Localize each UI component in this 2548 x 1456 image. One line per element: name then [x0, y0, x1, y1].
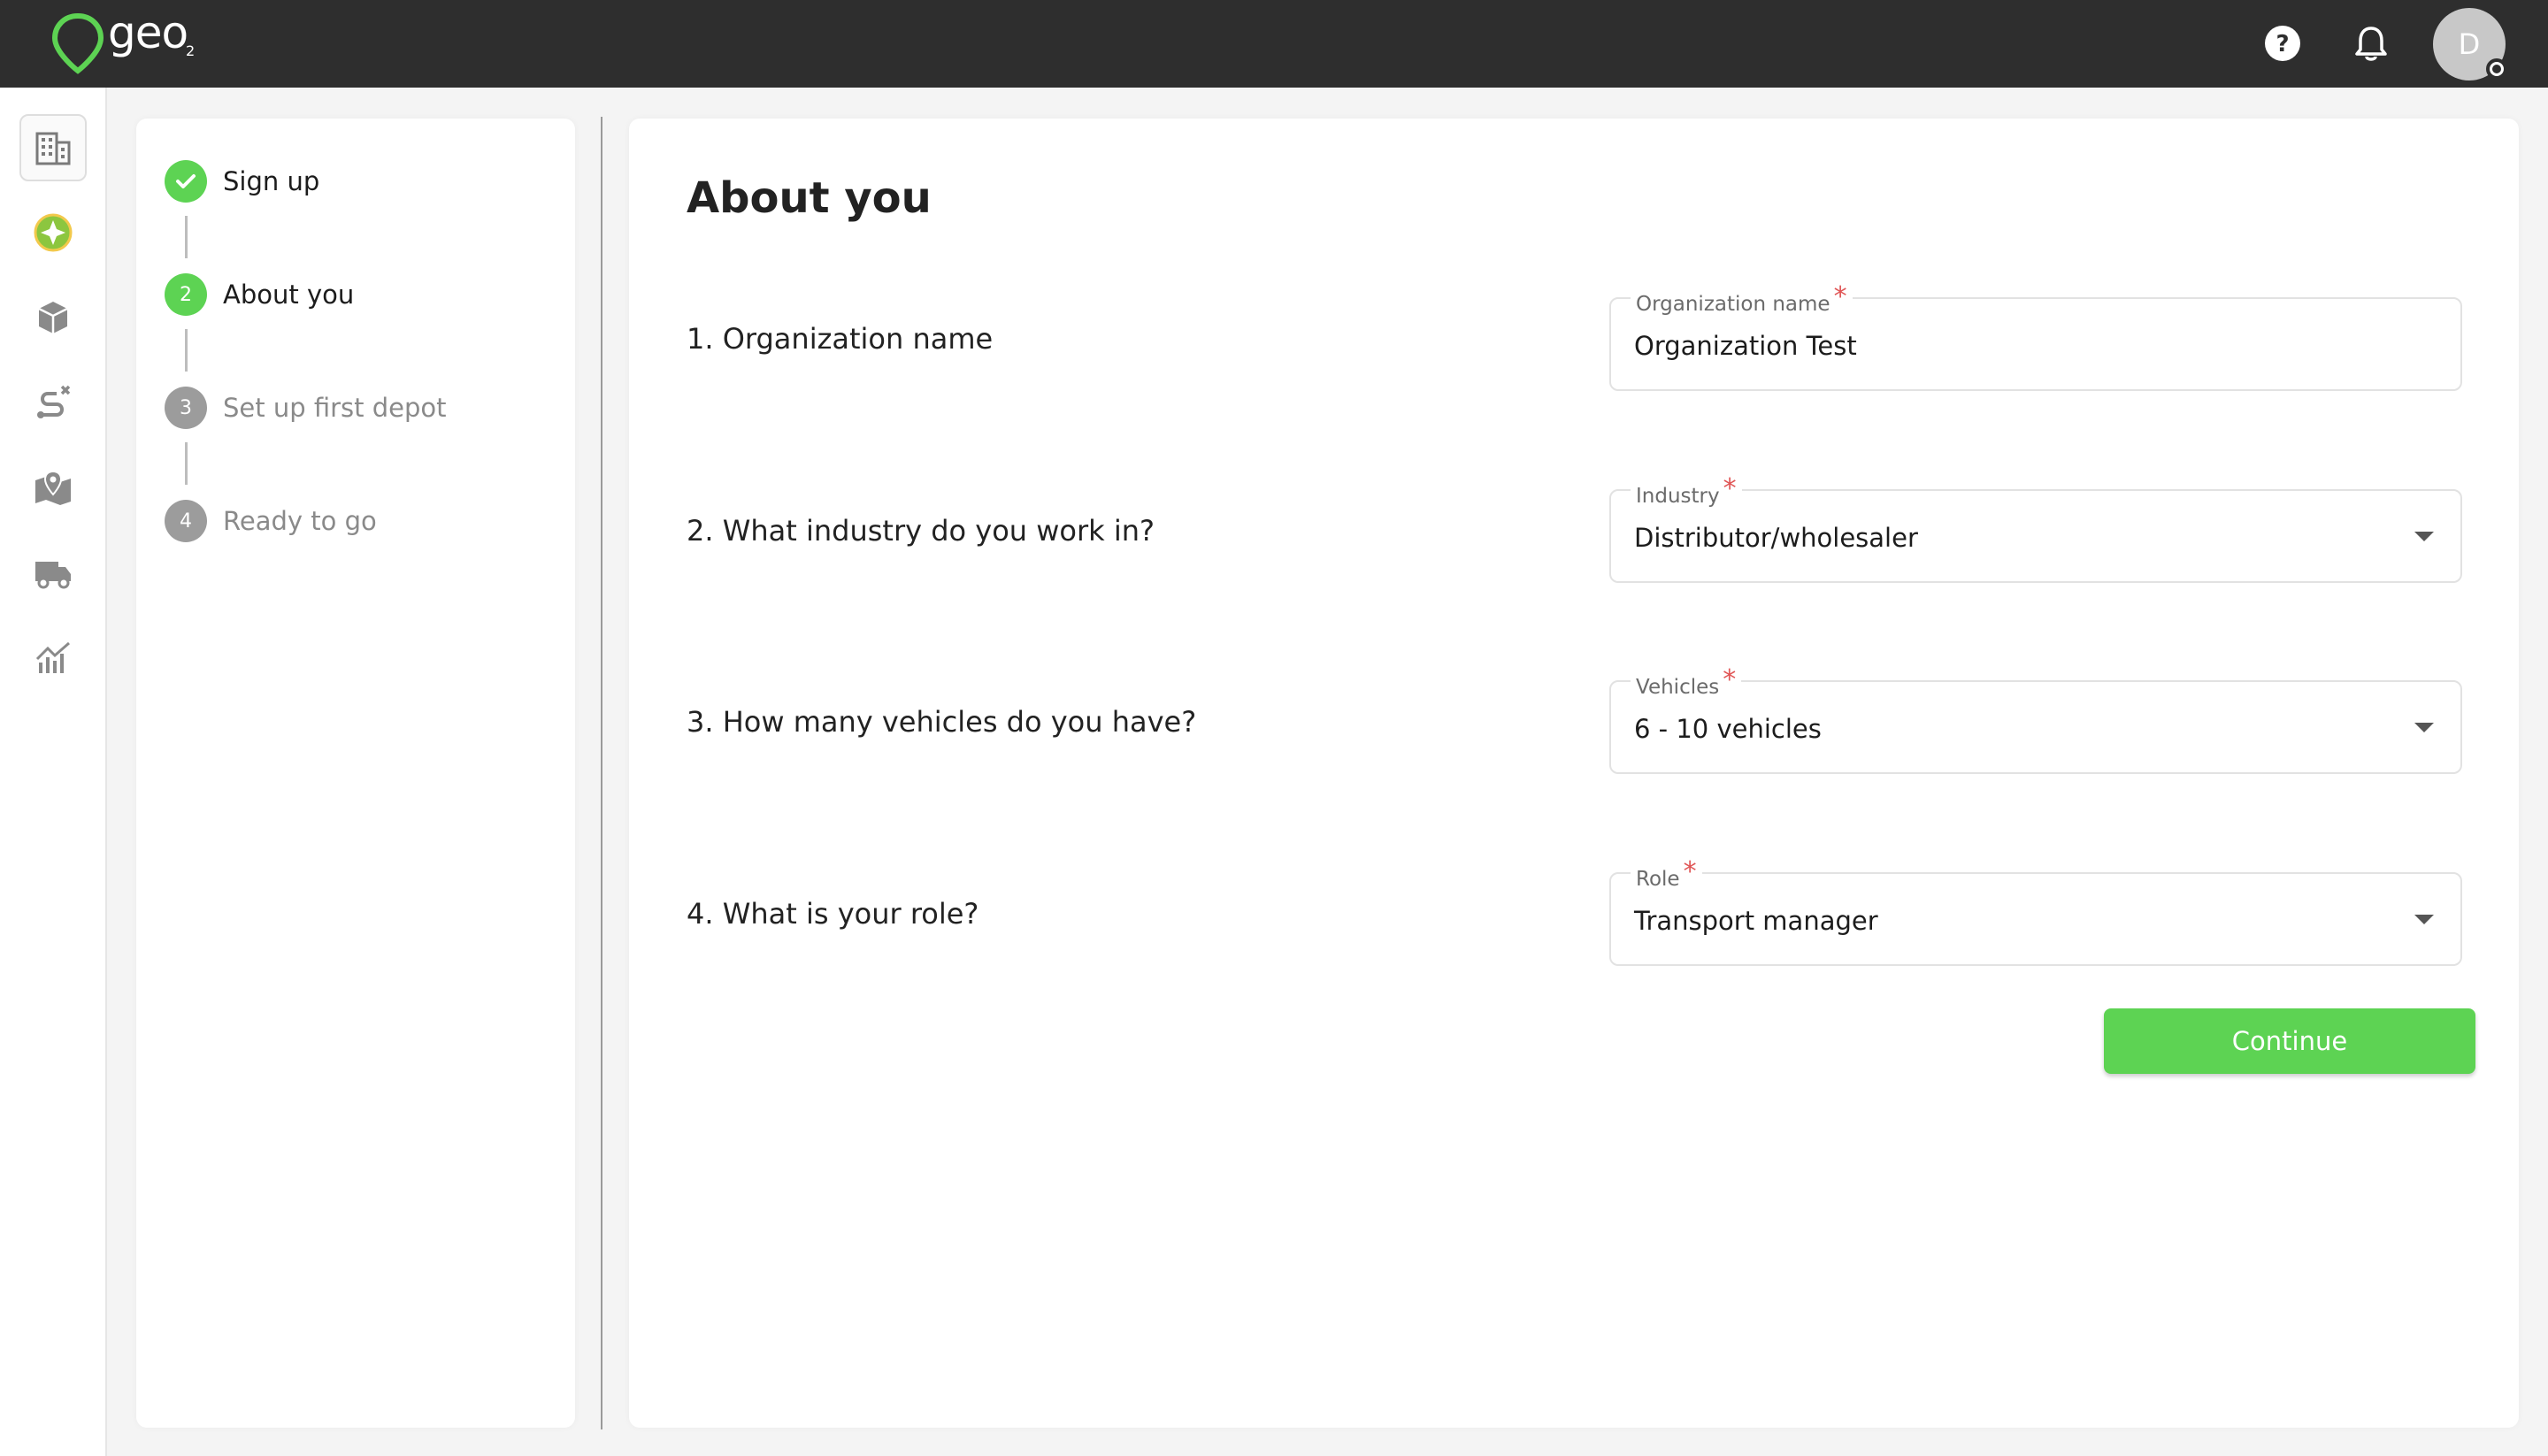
step-number: 3	[165, 387, 207, 429]
organization-name-value: Organization Test	[1634, 331, 1857, 361]
question-role: 4. What is your role?	[687, 897, 979, 931]
location-pin-logo-icon	[51, 12, 104, 74]
step-number: 2	[165, 273, 207, 316]
step-connector	[185, 216, 188, 258]
continue-button[interactable]: Continue	[2104, 1008, 2475, 1074]
required-asterisk: *	[1683, 856, 1697, 887]
step-ready-to-go[interactable]: 4 Ready to go	[165, 500, 377, 542]
left-navigation	[0, 88, 107, 1456]
route-icon	[37, 385, 71, 418]
truck-icon	[35, 562, 71, 589]
step-number: 4	[165, 500, 207, 542]
logo-subscript: 2	[186, 42, 196, 59]
chevron-down-icon	[2414, 915, 2434, 924]
chevron-down-icon	[2414, 723, 2434, 732]
vehicles-select[interactable]: Vehicles * 6 - 10 vehicles	[1609, 664, 2462, 774]
role-value: Transport manager	[1634, 906, 1878, 936]
field-label: Vehicles *	[1631, 664, 1742, 701]
nav-explore[interactable]	[19, 199, 87, 266]
panel-divider	[601, 117, 602, 1429]
nav-map[interactable]	[19, 454, 87, 521]
field-label: Industry *	[1631, 473, 1742, 510]
required-asterisk: *	[1723, 473, 1737, 504]
notifications-bell-icon[interactable]	[2351, 23, 2391, 64]
nav-analytics[interactable]	[19, 624, 87, 691]
top-bar: geo 2 ? D	[0, 0, 2548, 88]
svg-text:?: ?	[2276, 31, 2289, 57]
analytics-icon	[35, 641, 70, 673]
package-icon	[38, 302, 68, 333]
question-organization-name: 1. Organization name	[687, 322, 994, 356]
step-label: Ready to go	[223, 506, 377, 536]
industry-select[interactable]: Industry * Distributor/wholesaler	[1609, 473, 2462, 583]
avatar-status-icon	[2486, 58, 2507, 80]
field-label: Role *	[1631, 856, 1702, 893]
step-set-up-first-depot[interactable]: 3 Set up first depot	[165, 387, 447, 429]
organization-name-field[interactable]: Organization name * Organization Test	[1609, 281, 2462, 391]
step-connector	[185, 442, 188, 485]
nav-orders[interactable]	[19, 284, 87, 351]
step-label: Sign up	[223, 166, 320, 196]
geo-logo[interactable]: geo 2	[51, 7, 211, 74]
step-connector	[185, 329, 188, 372]
step-about-you[interactable]: 2 About you	[165, 273, 354, 316]
chevron-down-icon	[2414, 532, 2434, 541]
logo-text: geo	[108, 7, 188, 58]
required-asterisk: *	[1833, 281, 1847, 312]
check-icon	[165, 160, 207, 203]
industry-value: Distributor/wholesaler	[1634, 523, 1918, 553]
question-vehicles: 3. How many vehicles do you have?	[687, 705, 1197, 739]
role-select[interactable]: Role * Transport manager	[1609, 856, 2462, 966]
help-icon[interactable]: ?	[2262, 23, 2303, 64]
about-you-form: About you 1. Organization name Organizat…	[629, 119, 2519, 1428]
question-industry: 2. What industry do you work in?	[687, 514, 1155, 548]
nav-routes[interactable]	[19, 369, 87, 436]
page-title: About you	[687, 173, 932, 223]
step-sign-up[interactable]: Sign up	[165, 160, 319, 203]
required-asterisk: *	[1723, 664, 1737, 695]
globe-star-icon	[34, 213, 73, 252]
nav-organization[interactable]	[19, 114, 87, 181]
onboarding-steps: Sign up 2 About you 3 Set up first depot…	[136, 119, 575, 1428]
nav-vehicles[interactable]	[19, 539, 87, 606]
buildings-icon	[35, 132, 71, 165]
step-label: About you	[223, 280, 355, 310]
vehicles-value: 6 - 10 vehicles	[1634, 714, 1822, 744]
step-label: Set up first depot	[223, 393, 447, 423]
field-label: Organization name *	[1631, 281, 1853, 318]
map-pin-icon	[35, 470, 71, 505]
